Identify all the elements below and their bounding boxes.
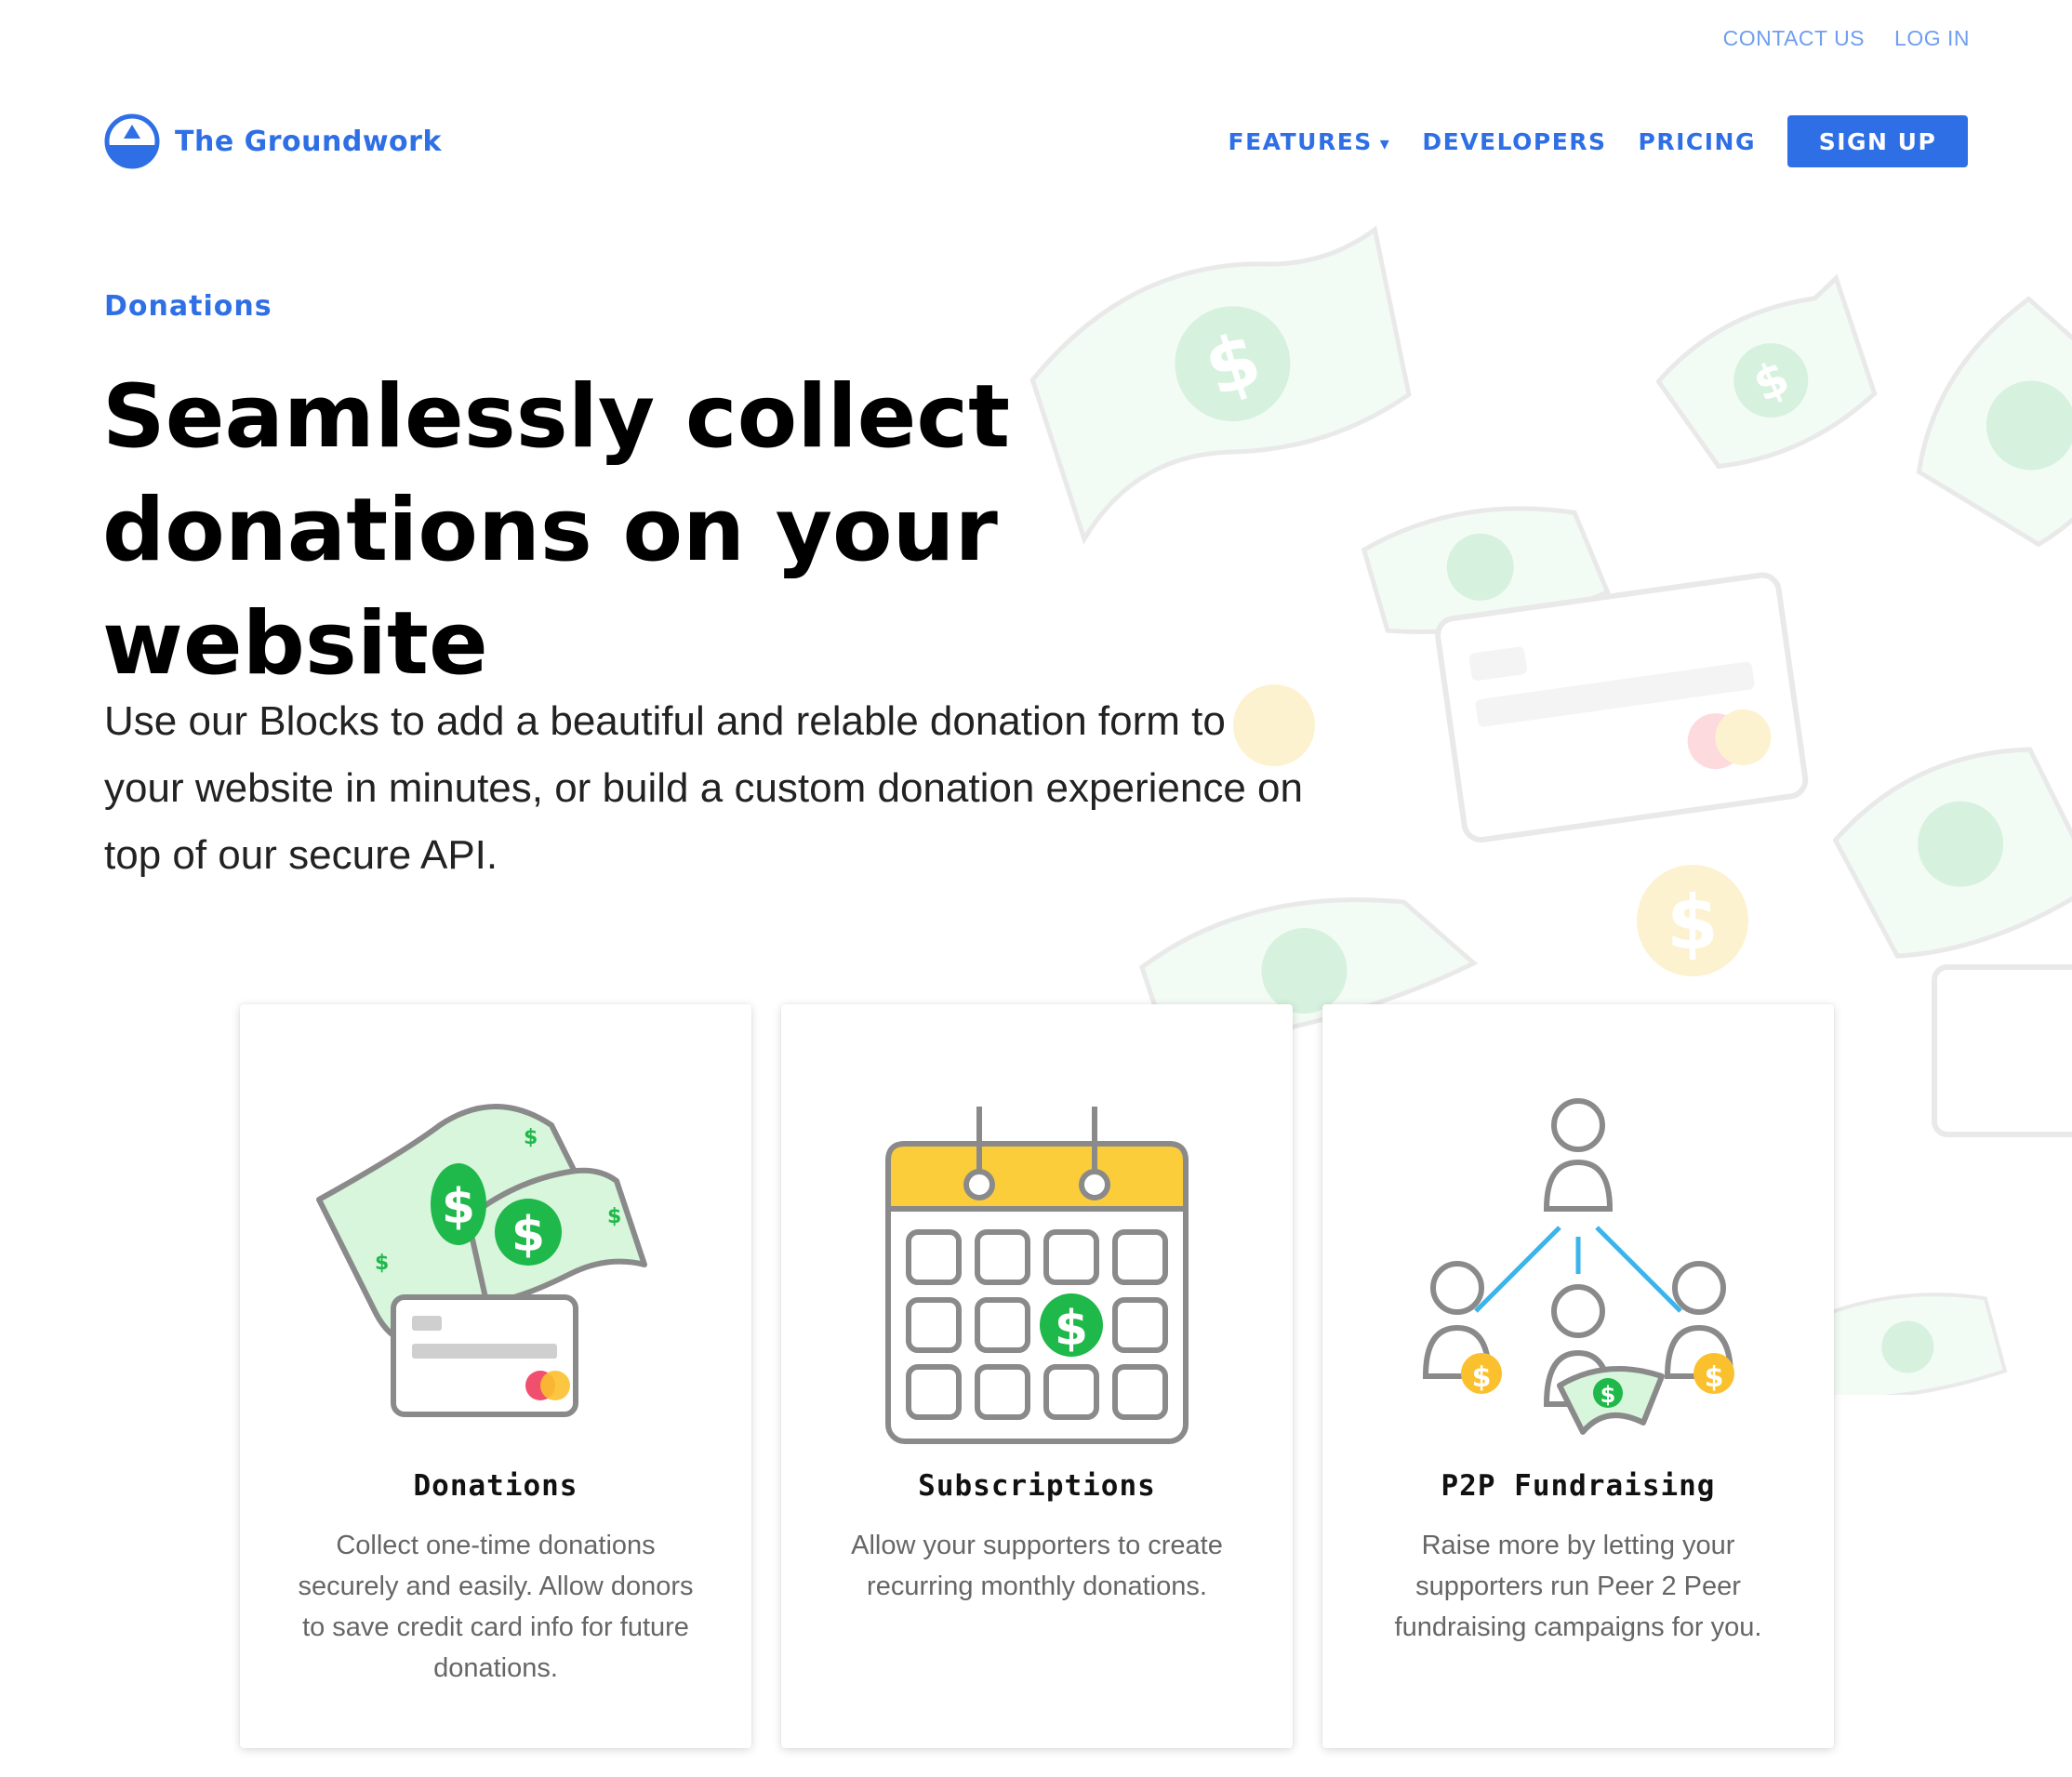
network-people-icon: $ $ $ [1422,1098,1734,1435]
card-description: Collect one-time donations securely and … [298,1531,694,1683]
feature-card-subscriptions[interactable]: $ Subscriptions Allow your supporters to… [781,1004,1293,1748]
section-eyebrow: Donations [104,290,272,323]
chevron-down-icon: ▾ [1379,131,1391,154]
card-title: Subscriptions [918,1469,1156,1503]
login-link[interactable]: LOG IN [1894,26,1970,51]
calendar-dollar-icon: $ [885,1107,1189,1444]
svg-text:$: $ [524,1126,538,1149]
logo[interactable]: The Groundwork [104,113,442,169]
card-title: P2P Fundraising [1441,1469,1716,1503]
main-nav: FEATURES ▾ DEVELOPERS PRICING SIGN UP [1229,115,1968,167]
contact-us-link[interactable]: CONTACT US [1723,26,1865,51]
nav-features[interactable]: FEATURES ▾ [1229,128,1391,155]
card-title: Donations [413,1469,578,1503]
utility-nav: CONTACT US LOG IN [1723,26,1970,51]
svg-text:$: $ [442,1179,475,1235]
nav-features-label: FEATURES [1228,127,1373,155]
bill-icon [1832,747,2072,959]
svg-text:$: $ [511,1207,545,1263]
bill-icon [1916,296,2072,548]
svg-text:$: $ [1705,1361,1724,1394]
sign-up-button[interactable]: SIGN UP [1787,115,1968,167]
svg-text:$: $ [1667,880,1719,966]
svg-text:$: $ [607,1205,621,1228]
svg-text:$: $ [1600,1382,1616,1408]
svg-text:$: $ [1055,1301,1088,1357]
nav-pricing[interactable]: PRICING [1639,128,1756,155]
credit-card-icon [1435,572,1809,843]
logo-text: The Groundwork [175,125,442,158]
hero-subtitle: Use our Blocks to add a beautiful and re… [104,698,1303,878]
logo-icon [104,113,160,169]
page-title: Seamlessly collect donations on your web… [102,366,1011,695]
svg-text:$: $ [375,1252,389,1275]
card-description: Allow your supporters to create recurrin… [851,1531,1223,1601]
feature-cards: $ $ $ $ $ Donations Collect one-time don… [240,1004,1834,1748]
card-description: Raise more by letting your supporters ru… [1394,1531,1762,1642]
bill-icon: $ [1655,273,1878,470]
feature-card-p2p[interactable]: $ $ $ P2P Fundraising Raise more by lett… [1322,1004,1834,1748]
feature-card-donations[interactable]: $ $ $ $ $ Donations Collect one-time don… [240,1004,751,1748]
svg-text:$: $ [1472,1361,1492,1394]
cash-and-card-icon: $ $ $ $ $ [316,1104,647,1417]
nav-developers[interactable]: DEVELOPERS [1422,128,1606,155]
credit-card-icon [1932,964,2072,1137]
